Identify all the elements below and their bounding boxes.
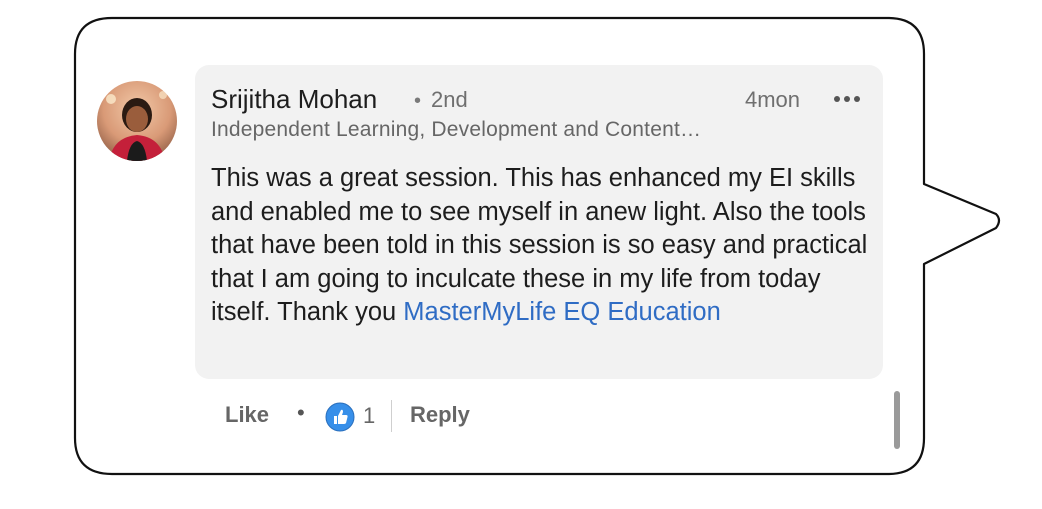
scrollbar[interactable] [894, 391, 900, 449]
avatar[interactable] [97, 81, 177, 161]
connection-degree: 2nd [431, 87, 468, 112]
comment-text: This was a great session. This has enhan… [211, 162, 871, 330]
separator-dot: • [297, 400, 305, 425]
thumbs-up-icon[interactable] [325, 402, 355, 432]
action-divider [391, 400, 392, 432]
comment-box: Srijitha Mohan • 2nd 4mon Independent Le… [195, 65, 883, 379]
author-headline: Independent Learning, Development and Co… [211, 118, 702, 141]
author-name[interactable]: Srijitha Mohan [211, 84, 377, 115]
timestamp: 4mon [745, 87, 801, 112]
separator-dot: • [414, 90, 422, 112]
reaction-count[interactable]: 1 [363, 403, 375, 429]
reply-button[interactable]: Reply [410, 402, 470, 428]
like-button[interactable]: Like [225, 402, 269, 428]
more-options-icon[interactable] [833, 91, 861, 107]
mention-link[interactable]: MasterMyLife EQ Education [403, 298, 720, 326]
